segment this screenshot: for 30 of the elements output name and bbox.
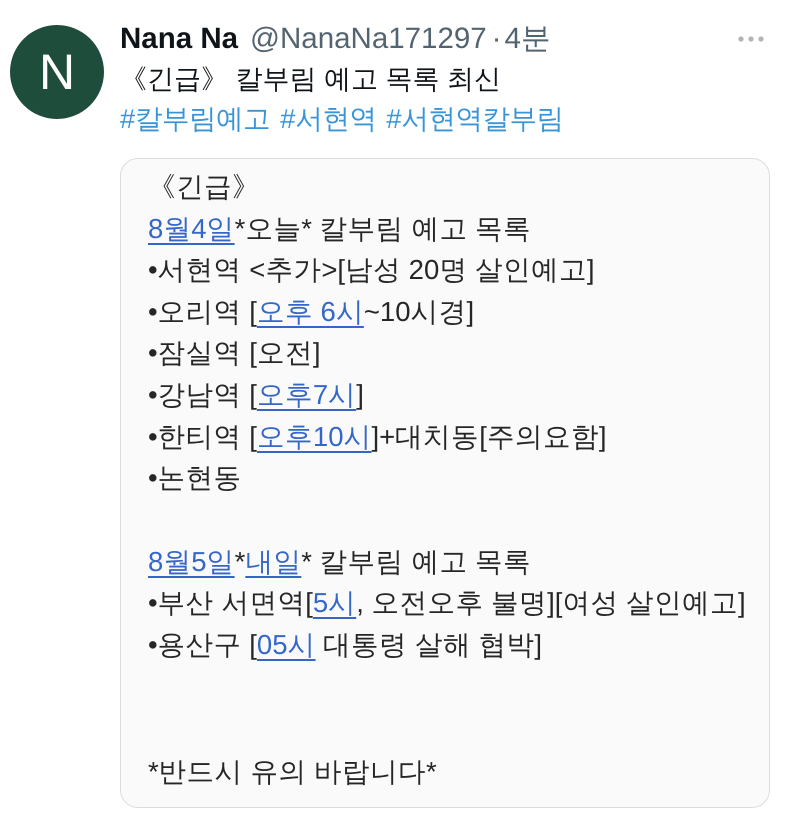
note-line: 《긴급》 xyxy=(148,170,261,204)
hashtag-link[interactable]: #서현역 xyxy=(280,99,376,139)
note-link[interactable]: 내일 xyxy=(245,546,302,577)
note-link[interactable]: 05시 xyxy=(256,628,316,660)
note-line: •서현역 <추가>[남성 20명 살인예고] xyxy=(148,253,596,288)
note-line: •용산구 [05시 대통령 살해 협박] xyxy=(148,628,544,662)
note-line: •강남역 [오후7시] xyxy=(148,378,365,412)
note-line: •오리역 [오후 6시~10시경] xyxy=(148,294,476,329)
post-time[interactable]: 4분 xyxy=(504,16,551,62)
note-line: *반드시 유의 바랍니다* xyxy=(148,755,438,790)
note-line: •잠실역 [오전] xyxy=(148,336,322,370)
note-link[interactable]: 오후10시 xyxy=(256,420,372,452)
note-link[interactable]: 오후7시 xyxy=(256,378,356,410)
hashtag-link[interactable]: #칼부림예고 xyxy=(120,99,270,139)
hashtag-link[interactable]: #서현역칼부림 xyxy=(386,99,564,139)
author-name[interactable]: Nana Na xyxy=(120,16,238,62)
more-icon[interactable] xyxy=(738,36,764,42)
avatar[interactable]: N xyxy=(10,25,104,119)
author-handle[interactable]: @NanaNa171297 xyxy=(250,16,487,62)
note-link[interactable]: 8월5일 xyxy=(148,546,235,577)
note-link[interactable]: 5시 xyxy=(312,587,356,618)
note-line: •부산 서면역[5시, 오전오후 불명][여성 살인예고] xyxy=(148,586,747,620)
note-link[interactable]: 8월4일 xyxy=(148,212,235,244)
note-line: 8월5일*내일* 칼부림 예고 목록 xyxy=(148,544,532,579)
tweet-text: 《긴급》 칼부림 예고 목록 최신 xyxy=(120,63,502,96)
note-line: •논현동 xyxy=(148,461,243,496)
note-line: •한티역 [오후10시]+대치동[주의요함] xyxy=(148,420,608,454)
note-link[interactable]: 오후 6시 xyxy=(256,296,364,327)
note-line: 8월4일*오늘* 칼부림 예고 목록 xyxy=(148,212,532,246)
separator-dot: · xyxy=(492,20,502,57)
